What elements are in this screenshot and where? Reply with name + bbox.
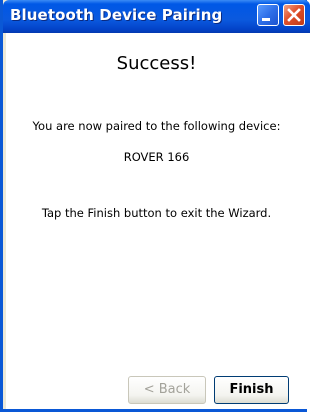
- finish-instruction: Tap the Finish button to exit the Wizard…: [41, 206, 272, 220]
- minimize-button[interactable]: [257, 4, 279, 26]
- wizard-content: Success! You are now paired to the follo…: [6, 33, 307, 409]
- close-button[interactable]: [283, 4, 305, 26]
- back-button[interactable]: < Back: [128, 376, 206, 404]
- window-title: Bluetooth Device Pairing: [10, 6, 223, 24]
- paired-message: You are now paired to the following devi…: [32, 119, 281, 133]
- wizard-window: Bluetooth Device Pairing Success! You ar…: [0, 0, 310, 412]
- minimize-icon: [262, 18, 270, 21]
- device-name: ROVER 166: [123, 150, 190, 164]
- title-bar[interactable]: Bluetooth Device Pairing: [3, 0, 310, 33]
- success-heading: Success!: [116, 53, 197, 74]
- finish-button[interactable]: Finish: [214, 376, 289, 404]
- close-icon: [287, 8, 301, 22]
